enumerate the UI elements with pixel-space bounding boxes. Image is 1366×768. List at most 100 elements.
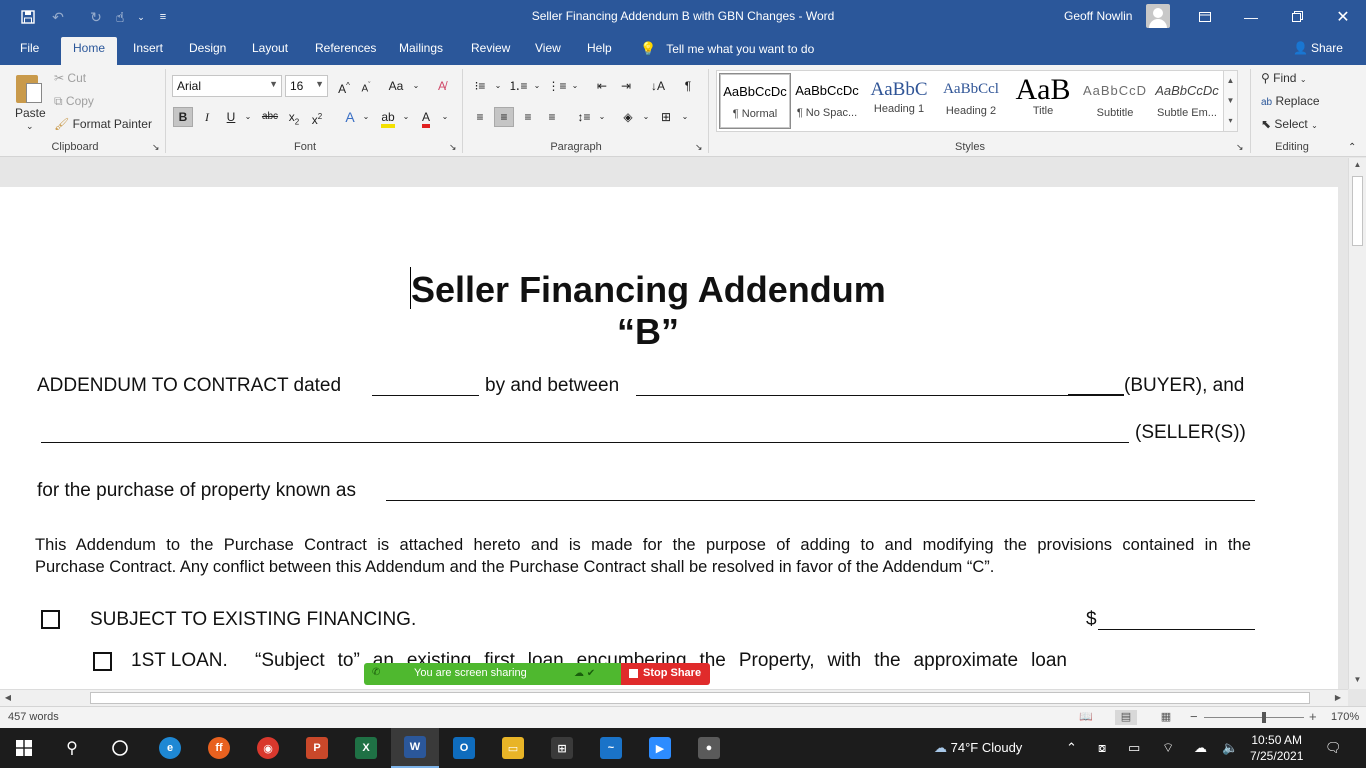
line-spacing-icon[interactable]: ↕≡	[574, 107, 594, 127]
tab-file[interactable]: File	[20, 41, 39, 55]
format-painter-button[interactable]: 🖌 Format Painter	[54, 117, 152, 131]
taskbar-word[interactable]: W	[391, 728, 439, 768]
styles-launcher-icon[interactable]: ↘	[1236, 142, 1244, 153]
notifications-icon[interactable]: 🗨	[1325, 740, 1342, 756]
paste-icon[interactable]	[14, 71, 44, 105]
highlight-icon[interactable]: ab	[378, 107, 398, 128]
taskbar-edge[interactable]: e	[146, 728, 194, 768]
start-button[interactable]	[0, 728, 48, 768]
existing-financing-checkbox[interactable]	[41, 610, 60, 629]
strikethrough-button[interactable]: abc	[260, 107, 280, 127]
multilevel-list-dropdown-icon[interactable]: ⌄	[565, 76, 585, 96]
taskbar-store[interactable]: ⊞	[538, 728, 586, 768]
chevron-up-icon[interactable]: ⌃	[1066, 740, 1077, 756]
zoom-level[interactable]: 170%	[1331, 711, 1359, 723]
zoom-out-icon[interactable]: −	[1190, 709, 1198, 724]
style-heading-1[interactable]: AaBbC Heading 1	[863, 73, 935, 129]
stop-share-button[interactable]: Stop Share	[621, 663, 710, 685]
font-name-field[interactable]: Arial ▼	[172, 75, 282, 97]
scroll-down-icon[interactable]: ▼	[1349, 673, 1366, 687]
styles-scroll[interactable]: ▲ ▼ ▾	[1223, 71, 1237, 131]
numbering-icon[interactable]: ⒈≡	[508, 76, 528, 96]
bullets-icon[interactable]: ⁝≡	[470, 76, 490, 96]
bold-button[interactable]: B	[173, 107, 193, 127]
taskbar-powerpoint[interactable]: P	[293, 728, 341, 768]
tab-insert[interactable]: Insert	[133, 41, 163, 55]
scroll-up-icon[interactable]: ▲	[1349, 158, 1366, 172]
style-normal[interactable]: AaBbCcDc ¶ Normal	[719, 73, 791, 129]
select-button[interactable]: ⬉ Select ⌄	[1261, 117, 1318, 131]
task-view-icon[interactable]	[96, 728, 144, 768]
zoom-slider[interactable]	[1204, 717, 1304, 718]
shading-icon[interactable]: ◈	[618, 107, 638, 127]
numbering-dropdown-icon[interactable]: ⌄	[527, 76, 547, 96]
chevron-down-icon[interactable]: ▼	[1224, 91, 1237, 111]
subscript-button[interactable]: x2	[284, 107, 304, 127]
align-right-icon[interactable]: ≡	[518, 107, 538, 127]
tab-design[interactable]: Design	[189, 41, 226, 55]
seller-blank[interactable]	[41, 442, 1129, 443]
property-blank[interactable]	[386, 500, 1255, 501]
more-styles-icon[interactable]: ▾	[1224, 111, 1237, 131]
style-heading-2[interactable]: AaBbCcl Heading 2	[935, 73, 1007, 129]
multilevel-list-icon[interactable]: ⋮≡	[547, 76, 567, 96]
volume-icon[interactable]: 🔈	[1222, 740, 1238, 756]
taskbar-excel[interactable]: X	[342, 728, 390, 768]
document-page[interactable]: Seller Financing Addendum “B” ADDENDUM T…	[0, 187, 1338, 689]
vertical-scroll-thumb[interactable]	[1352, 176, 1363, 246]
tab-references[interactable]: References	[315, 41, 376, 55]
clear-formatting-icon[interactable]: A̸	[432, 76, 452, 96]
tab-layout[interactable]: Layout	[252, 41, 288, 55]
tab-home[interactable]: Home	[61, 37, 118, 65]
paste-button[interactable]: Paste	[15, 106, 46, 120]
align-left-icon[interactable]: ≡	[470, 107, 490, 127]
underline-dropdown-icon[interactable]: ⌄	[238, 107, 258, 127]
shrink-font-icon[interactable]: Aˇ	[356, 76, 376, 96]
taskbar-zoom[interactable]: ▶	[636, 728, 684, 768]
clipboard-launcher-icon[interactable]: ↘	[152, 142, 160, 153]
scroll-right-icon[interactable]: ▶	[1330, 690, 1346, 706]
taskbar-outlook[interactable]: O	[440, 728, 488, 768]
search-icon[interactable]: ⚲	[48, 728, 96, 768]
taskbar-firefox[interactable]: ff	[195, 728, 243, 768]
minimize-button[interactable]: —	[1228, 0, 1274, 33]
screen-sharing-status[interactable]: ✆ You are screen sharing ☁ ✔	[364, 663, 621, 685]
tab-help[interactable]: Help	[587, 41, 612, 55]
italic-button[interactable]: I	[197, 107, 217, 127]
justify-icon[interactable]: ≡	[542, 107, 562, 127]
highlight-dropdown-icon[interactable]: ⌄	[396, 107, 416, 127]
vertical-scrollbar[interactable]: ▲ ▼	[1348, 158, 1366, 689]
line-spacing-dropdown-icon[interactable]: ⌄	[592, 107, 612, 127]
increase-indent-icon[interactable]: ⇥	[616, 76, 636, 96]
cut-button[interactable]: ✂ Cut	[54, 71, 86, 85]
chevron-up-icon[interactable]: ▲	[1224, 71, 1237, 91]
word-count[interactable]: 457 words	[8, 711, 59, 723]
grow-font-icon[interactable]: A^	[334, 76, 354, 96]
restore-button[interactable]	[1274, 0, 1320, 33]
taskbar-recorder[interactable]: ●	[685, 728, 733, 768]
copy-button[interactable]: ⧉ Copy	[54, 94, 94, 109]
zoom-slider-knob[interactable]	[1262, 712, 1266, 723]
horizontal-scrollbar[interactable]: ◀ ▶	[0, 689, 1348, 706]
wifi-icon[interactable]: ⌔	[1162, 740, 1174, 756]
clock[interactable]: 10:50 AM 7/25/2021	[1250, 732, 1303, 764]
font-color-icon[interactable]: A	[416, 107, 436, 128]
taskbar-whiteboard[interactable]: ~	[587, 728, 635, 768]
ribbon-display-options-icon[interactable]	[1182, 0, 1228, 33]
replace-button[interactable]: ab Replace	[1261, 94, 1320, 108]
date-blank[interactable]	[372, 395, 479, 396]
text-effects-dropdown-icon[interactable]: ⌄	[356, 107, 376, 127]
user-name[interactable]: Geoff Nowlin	[1064, 9, 1132, 23]
buyer-blank[interactable]	[636, 395, 1124, 396]
collapse-ribbon-icon[interactable]: ⌃	[1348, 142, 1356, 153]
change-case-icon[interactable]: Aa	[386, 76, 406, 96]
find-button[interactable]: ⚲ Find ⌄	[1261, 71, 1307, 85]
shading-dropdown-icon[interactable]: ⌄	[636, 107, 656, 127]
borders-dropdown-icon[interactable]: ⌄	[675, 107, 695, 127]
horizontal-scroll-thumb[interactable]	[90, 692, 1310, 704]
tab-mailings[interactable]: Mailings	[399, 41, 443, 55]
paste-dropdown-icon[interactable]: ⌄	[26, 121, 34, 132]
style-subtle-emphasis[interactable]: AaBbCcDc Subtle Em...	[1151, 73, 1223, 129]
bullets-dropdown-icon[interactable]: ⌄	[488, 76, 508, 96]
font-size-field[interactable]: 16 ▼	[285, 75, 328, 97]
